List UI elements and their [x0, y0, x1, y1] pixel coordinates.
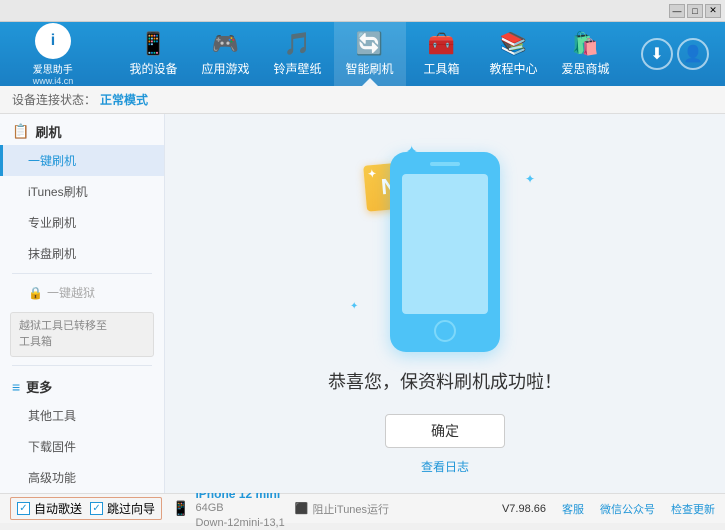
sidebar-more-header: ≡ 更多 [0, 369, 164, 400]
device-details: 64GB Down-12mini-13,1 [195, 501, 284, 530]
confirm-button[interactable]: 确定 [385, 414, 505, 448]
main-area: 📋 刷机 一键刷机 iTunes刷机 专业刷机 抹盘刷机 🔒 一键越狱 越狱工具… [0, 114, 725, 493]
download-button[interactable]: ⬇ [641, 38, 673, 70]
status-value: 正常模式 [100, 91, 148, 108]
flash-section-label: 刷机 [35, 122, 61, 141]
device-info: 📱 iPhone 12 mini 64GB Down-12mini-13,1 [172, 487, 285, 530]
phone-illustration [390, 152, 500, 352]
phone-screen [402, 174, 488, 314]
customer-service-link[interactable]: 客服 [562, 501, 584, 517]
sparkle-3: ✦ [350, 301, 358, 312]
sidebar: 📋 刷机 一键刷机 iTunes刷机 专业刷机 抹盘刷机 🔒 一键越狱 越狱工具… [0, 114, 165, 493]
sidebar-other-tools[interactable]: 其他工具 [0, 400, 164, 431]
toolbox-label: 工具箱 [423, 60, 459, 77]
check-update-link[interactable]: 检查更新 [671, 501, 715, 517]
more-section-label: 更多 [26, 377, 52, 396]
smart-flash-icon: 🔄 [356, 31, 383, 57]
itunes-running[interactable]: ⬛ 阻止iTunes运行 [295, 501, 389, 517]
nav-ringtone[interactable]: 🎵 铃声壁纸 [262, 22, 334, 86]
minimize-button[interactable]: — [669, 4, 685, 18]
sidebar-itunes-flash[interactable]: iTunes刷机 [0, 176, 164, 207]
bottom-bar: ✓ 自动歌送 ✓ 跳过向导 📱 iPhone 12 mini 64GB Down… [0, 493, 725, 523]
bottom-right: V7.98.66 客服 微信公众号 检查更新 [502, 501, 715, 517]
device-phone-icon: 📱 [172, 500, 189, 517]
lock-icon: 🔒 [28, 286, 43, 300]
title-bar-controls: — □ ✕ [669, 4, 721, 18]
view-log-link[interactable]: 查看日志 [421, 458, 469, 475]
nav-toolbox[interactable]: 🧰 工具箱 [406, 22, 478, 86]
wechat-public-link[interactable]: 微信公众号 [600, 501, 655, 517]
sparkle-2: ✦ [525, 172, 535, 186]
more-section-icon: ≡ [12, 379, 20, 395]
tutorial-icon: 📚 [500, 31, 527, 57]
sidebar-download-firmware[interactable]: 下载固件 [0, 431, 164, 462]
my-device-icon: 📱 [140, 31, 167, 57]
main-content: ✦ ✦ ✦ NEW 恭喜您，保资料刷机成功啦！ 确定 查看日志 [165, 114, 725, 493]
maximize-button[interactable]: □ [687, 4, 703, 18]
success-illustration: ✦ ✦ ✦ NEW [345, 132, 545, 352]
ringtone-label: 铃声壁纸 [273, 60, 321, 77]
version-label: V7.98.66 [502, 503, 546, 515]
store-icon: 🛍️ [572, 31, 599, 57]
apps-games-icon: 🎮 [212, 31, 239, 57]
tutorial-label: 教程中心 [489, 60, 537, 77]
nav-apps-games[interactable]: 🎮 应用游戏 [190, 22, 262, 86]
toolbox-icon: 🧰 [428, 31, 455, 57]
phone-home [434, 320, 456, 342]
success-title: 恭喜您，保资料刷机成功啦！ [328, 368, 562, 394]
logo-name: 爱思助手 www.i4.cn [33, 61, 74, 86]
nav-right-buttons: ⬇ 👤 [641, 38, 717, 70]
auto-connect-check-icon: ✓ [17, 502, 30, 515]
nav-my-device[interactable]: 📱 我的设备 [118, 22, 190, 86]
nav-items: 📱 我的设备 🎮 应用游戏 🎵 铃声壁纸 🔄 智能刷机 🧰 工具箱 📚 教程中心… [98, 22, 641, 86]
itunes-icon: ⬛ [295, 502, 309, 515]
status-label: 设备连接状态： [12, 91, 96, 108]
my-device-label: 我的设备 [129, 60, 177, 77]
skip-wizard-label: 跳过向导 [107, 500, 155, 517]
ringtone-icon: 🎵 [284, 31, 311, 57]
close-button[interactable]: ✕ [705, 4, 721, 18]
logo-area: i 爱思助手 www.i4.cn [8, 23, 98, 86]
checkbox-group: ✓ 自动歌送 ✓ 跳过向导 [10, 497, 162, 520]
logo-icon: i [35, 23, 71, 59]
user-button[interactable]: 👤 [677, 38, 709, 70]
skip-wizard-checkbox[interactable]: ✓ 跳过向导 [90, 500, 155, 517]
nav-store[interactable]: 🛍️ 爱思商城 [550, 22, 622, 86]
smart-flash-label: 智能刷机 [345, 60, 393, 77]
title-bar: — □ ✕ [0, 0, 725, 22]
apps-games-label: 应用游戏 [201, 60, 249, 77]
top-nav: i 爱思助手 www.i4.cn 📱 我的设备 🎮 应用游戏 🎵 铃声壁纸 🔄 … [0, 22, 725, 86]
jailbreak-locked-note: 越狱工具已转移至工具箱 [10, 312, 154, 357]
sidebar-flash-header: 📋 刷机 [0, 114, 164, 145]
auto-connect-label: 自动歌送 [34, 500, 82, 517]
nav-tutorial[interactable]: 📚 教程中心 [478, 22, 550, 86]
store-label: 爱思商城 [561, 60, 609, 77]
flash-section-icon: 📋 [12, 123, 29, 140]
bottom-left: ✓ 自动歌送 ✓ 跳过向导 📱 iPhone 12 mini 64GB Down… [10, 487, 389, 530]
sidebar-wipe-flash[interactable]: 抹盘刷机 [0, 238, 164, 269]
sidebar-pro-flash[interactable]: 专业刷机 [0, 207, 164, 238]
sidebar-jailbreak-header: 🔒 一键越狱 [0, 277, 164, 308]
auto-connect-checkbox[interactable]: ✓ 自动歌送 [17, 500, 82, 517]
status-bar: 设备连接状态： 正常模式 [0, 86, 725, 114]
skip-wizard-check-icon: ✓ [90, 502, 103, 515]
phone-speaker [430, 162, 460, 166]
sidebar-one-click-flash[interactable]: 一键刷机 [0, 145, 164, 176]
nav-smart-flash[interactable]: 🔄 智能刷机 [334, 22, 406, 86]
